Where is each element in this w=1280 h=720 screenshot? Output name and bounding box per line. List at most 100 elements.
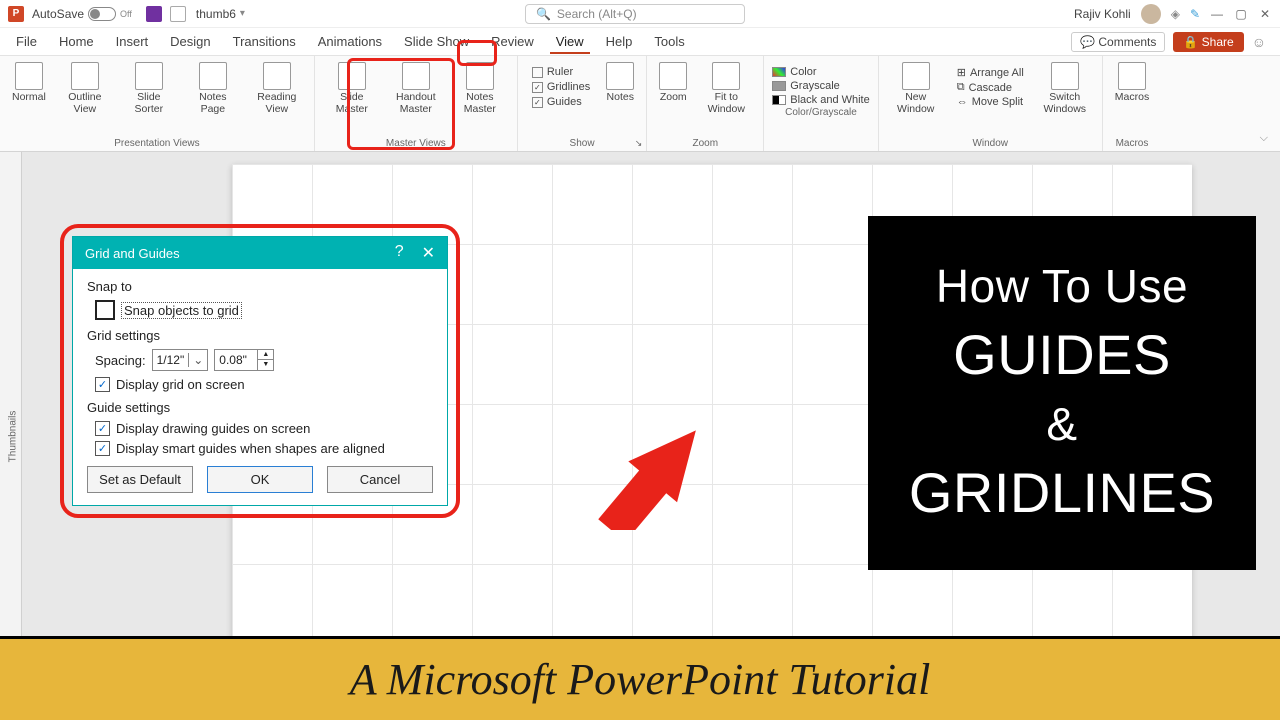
ok-button[interactable]: OK [207, 466, 313, 493]
maximize-button[interactable]: ▢ [1234, 7, 1248, 21]
move-split-button[interactable]: ⇔Move Split [957, 96, 1024, 108]
group-zoom: Zoom Fit to Window Zoom [647, 56, 764, 151]
dialog-titlebar: Grid and Guides ? ✕ [73, 237, 447, 269]
normal-button[interactable]: Normal [8, 60, 50, 106]
zoom-button[interactable]: Zoom [655, 60, 691, 106]
dialog-launcher-icon[interactable]: ↘ [635, 138, 643, 149]
tab-tools[interactable]: Tools [652, 30, 686, 53]
collapse-ribbon-icon[interactable]: ⌵ [1260, 132, 1268, 151]
avatar-icon[interactable] [1141, 4, 1161, 24]
document-name: thumb6 [196, 7, 236, 21]
comments-button[interactable]: 💬 Comments [1071, 32, 1165, 52]
spin-down-icon[interactable]: ▼ [258, 360, 273, 370]
user-name: Rajiv Kohli [1074, 7, 1131, 21]
tab-transitions[interactable]: Transitions [231, 30, 298, 53]
group-master-views: Slide Master Handout Master Notes Master… [315, 56, 518, 151]
group-label: Show [570, 138, 595, 149]
tab-design[interactable]: Design [168, 30, 212, 53]
search-placeholder: Search (Alt+Q) [557, 7, 637, 21]
group-label: Zoom [692, 138, 718, 149]
title-overlay: How To Use GUIDES & GRIDLINES [868, 216, 1256, 570]
help-button[interactable]: ? [395, 243, 404, 263]
ribbon: Normal Outline View Slide Sorter Notes P… [0, 56, 1280, 152]
spacing-select[interactable]: 1/12"⌄ [152, 349, 209, 371]
ruler-checkbox[interactable]: Ruler [532, 66, 590, 78]
notes-master-button[interactable]: Notes Master [451, 60, 509, 117]
display-grid-checkbox[interactable]: ✓ [95, 377, 110, 392]
new-window-button[interactable]: New Window [887, 60, 945, 117]
notes-button[interactable]: Notes [602, 60, 638, 106]
color-button[interactable]: Color [772, 66, 869, 78]
display-guides-checkbox[interactable]: ✓ [95, 421, 110, 436]
autosave-state: Off [120, 9, 132, 19]
autosave-toggle[interactable]: AutoSave Off [32, 7, 132, 21]
cancel-button[interactable]: Cancel [327, 466, 433, 493]
dropdown-icon[interactable]: ▾ [240, 8, 245, 19]
slide-sorter-button[interactable]: Slide Sorter [120, 60, 178, 117]
tab-slideshow[interactable]: Slide Show [402, 30, 471, 53]
tab-home[interactable]: Home [57, 30, 96, 53]
minimize-button[interactable]: — [1210, 7, 1224, 21]
grid-guides-dialog: Grid and Guides ? ✕ Snap to Snap objects… [72, 236, 448, 506]
save-icon[interactable] [146, 6, 162, 22]
highlight-dialog: Grid and Guides ? ✕ Snap to Snap objects… [60, 224, 460, 518]
reading-view-button[interactable]: Reading View [248, 60, 306, 117]
snap-to-grid-label: Snap objects to grid [121, 302, 242, 319]
thumbnails-rail[interactable]: ▸ Thumbnails [0, 152, 22, 720]
arrange-all-button[interactable]: ⊞Arrange All [957, 66, 1024, 79]
overlay-line1: How To Use [936, 255, 1188, 317]
notes-page-button[interactable]: Notes Page [184, 60, 242, 117]
pen-icon[interactable]: ✎ [1190, 7, 1200, 21]
autosave-label: AutoSave [32, 7, 84, 21]
close-dialog-button[interactable]: ✕ [422, 243, 435, 263]
switch-windows-button[interactable]: Switch Windows [1036, 60, 1094, 117]
tab-view[interactable]: View [554, 30, 586, 53]
tutorial-banner: A Microsoft PowerPoint Tutorial [0, 636, 1280, 720]
display-smart-guides-label: Display smart guides when shapes are ali… [116, 441, 385, 456]
bw-button[interactable]: Black and White [772, 94, 869, 106]
spin-up-icon[interactable]: ▲ [258, 350, 273, 360]
group-label: Presentation Views [114, 138, 199, 149]
spacing-spinner[interactable]: 0.08" ▲▼ [214, 349, 274, 371]
cascade-button[interactable]: ⧉Cascade [957, 81, 1024, 94]
snap-to-grid-checkbox[interactable] [95, 300, 115, 320]
macros-button[interactable]: Macros [1111, 60, 1153, 106]
group-label: Master Views [386, 138, 446, 149]
display-smart-guides-checkbox[interactable]: ✓ [95, 441, 110, 456]
thumbnails-label: Thumbnails [8, 410, 19, 462]
tab-help[interactable]: Help [604, 30, 635, 53]
tab-file[interactable]: File [14, 30, 39, 53]
search-icon: 🔍 [536, 7, 551, 21]
group-label: Color/Grayscale [785, 107, 857, 118]
share-button[interactable]: 🔒 Share [1173, 32, 1243, 52]
smiley-icon[interactable]: ☺ [1252, 34, 1266, 50]
outline-view-button[interactable]: Outline View [56, 60, 114, 117]
tab-review[interactable]: Review [489, 30, 536, 53]
display-guides-label: Display drawing guides on screen [116, 421, 310, 436]
overlay-line3: & [1046, 393, 1077, 455]
set-default-button[interactable]: Set as Default [87, 466, 193, 493]
tab-insert[interactable]: Insert [114, 30, 151, 53]
title-bar: P AutoSave Off thumb6 ▾ 🔍 Search (Alt+Q)… [0, 0, 1280, 28]
overlay-line2: GUIDES [953, 317, 1171, 393]
grayscale-button[interactable]: Grayscale [772, 80, 869, 92]
gridlines-checkbox[interactable]: ✓Gridlines [532, 81, 590, 93]
display-grid-label: Display grid on screen [116, 377, 245, 392]
tab-animations[interactable]: Animations [316, 30, 384, 53]
search-input[interactable]: 🔍 Search (Alt+Q) [525, 4, 745, 24]
diamond-icon[interactable]: ◈ [1171, 7, 1180, 21]
handout-master-button[interactable]: Handout Master [387, 60, 445, 117]
qat-more-icon[interactable] [170, 6, 186, 22]
fit-window-button[interactable]: Fit to Window [697, 60, 755, 117]
group-show: Ruler ✓Gridlines ✓Guides Notes Show ↘ [518, 56, 647, 151]
red-arrow-icon [585, 430, 705, 530]
overlay-line4: GRIDLINES [909, 455, 1215, 531]
group-window: New Window ⊞Arrange All ⧉Cascade ⇔Move S… [879, 56, 1103, 151]
group-presentation-views: Normal Outline View Slide Sorter Notes P… [0, 56, 315, 151]
ribbon-tabs: File Home Insert Design Transitions Anim… [0, 28, 1280, 56]
guides-checkbox[interactable]: ✓Guides [532, 96, 590, 108]
close-button[interactable]: ✕ [1258, 7, 1272, 21]
slide-master-button[interactable]: Slide Master [323, 60, 381, 117]
toggle-icon [88, 7, 116, 21]
group-label: Macros [1116, 138, 1149, 149]
